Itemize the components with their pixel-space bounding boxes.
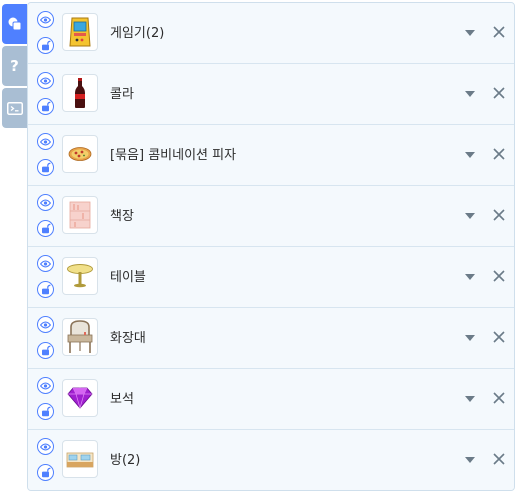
- visibility-toggle[interactable]: [37, 194, 54, 211]
- objects-icon: [8, 17, 21, 31]
- bookshelf-icon: [69, 201, 91, 229]
- lock-toggle[interactable]: [37, 342, 54, 359]
- close-icon[interactable]: [492, 452, 506, 466]
- object-thumbnail: [62, 13, 98, 51]
- chevron-down-icon[interactable]: [464, 150, 476, 160]
- chevron-down-icon[interactable]: [464, 394, 476, 404]
- unlock-icon: [41, 223, 50, 234]
- room-icon: [66, 452, 94, 468]
- object-name: [묶음] 콤비네이션 피자: [110, 148, 237, 163]
- unlock-icon: [41, 406, 50, 417]
- object-row[interactable]: 보석: [28, 369, 514, 430]
- object-list: 게임기(2) 콜라 [묶음] 콤비네이션 피자 책장 테이블 화장대 보석 방(…: [27, 2, 515, 491]
- visibility-toggle[interactable]: [37, 11, 54, 28]
- tab-console[interactable]: [2, 88, 27, 128]
- object-thumbnail: [62, 440, 98, 478]
- chevron-down-icon[interactable]: [464, 89, 476, 99]
- pizza-icon: [68, 147, 92, 161]
- arcade-machine-icon: [69, 17, 91, 47]
- chevron-down-icon[interactable]: [464, 455, 476, 465]
- visibility-toggle[interactable]: [37, 72, 54, 89]
- object-row[interactable]: 책장: [28, 186, 514, 247]
- lock-toggle[interactable]: [37, 281, 54, 298]
- object-thumbnail: [62, 74, 98, 112]
- object-name: 게임기(2): [110, 26, 165, 41]
- eye-icon: [40, 16, 51, 23]
- lock-toggle[interactable]: [37, 464, 54, 481]
- close-icon[interactable]: [492, 86, 506, 100]
- eye-icon: [40, 382, 51, 389]
- object-name: 테이블: [110, 270, 146, 285]
- console-icon: [6, 101, 23, 115]
- object-name: 보석: [110, 392, 134, 407]
- unlock-icon: [41, 467, 50, 478]
- unlock-icon: [41, 284, 50, 295]
- lock-toggle[interactable]: [37, 37, 54, 54]
- eye-icon: [40, 77, 51, 84]
- lock-toggle[interactable]: [37, 159, 54, 176]
- eye-icon: [40, 260, 51, 267]
- object-row[interactable]: 테이블: [28, 247, 514, 308]
- object-name: 콜라: [110, 87, 134, 102]
- visibility-toggle[interactable]: [37, 133, 54, 150]
- chevron-down-icon[interactable]: [464, 28, 476, 38]
- visibility-toggle[interactable]: [37, 255, 54, 272]
- object-thumbnail: [62, 318, 98, 356]
- object-row[interactable]: [묶음] 콤비네이션 피자: [28, 125, 514, 186]
- tab-objects[interactable]: [2, 4, 27, 44]
- chevron-down-icon[interactable]: [464, 211, 476, 221]
- chevron-down-icon[interactable]: [464, 272, 476, 282]
- object-name: 방(2): [110, 453, 141, 468]
- visibility-toggle[interactable]: [37, 377, 54, 394]
- close-icon[interactable]: [492, 147, 506, 161]
- close-icon[interactable]: [492, 208, 506, 222]
- eye-icon: [40, 321, 51, 328]
- object-thumbnail: [62, 257, 98, 295]
- object-name: 화장대: [110, 331, 146, 346]
- object-thumbnail: [62, 196, 98, 234]
- eye-icon: [40, 138, 51, 145]
- eye-icon: [40, 199, 51, 206]
- dresser-icon: [67, 320, 93, 353]
- close-icon[interactable]: [492, 391, 506, 405]
- object-row[interactable]: 게임기(2): [28, 3, 514, 64]
- object-row[interactable]: 화장대: [28, 308, 514, 369]
- unlock-icon: [41, 345, 50, 356]
- visibility-toggle[interactable]: [37, 438, 54, 455]
- gem-icon: [67, 387, 93, 409]
- close-icon[interactable]: [492, 25, 506, 39]
- cola-bottle-icon: [75, 78, 85, 108]
- unlock-icon: [41, 40, 50, 51]
- visibility-toggle[interactable]: [37, 316, 54, 333]
- help-icon: ?: [10, 57, 19, 75]
- object-name: 책장: [110, 209, 134, 224]
- chevron-down-icon[interactable]: [464, 333, 476, 343]
- eye-icon: [40, 443, 51, 450]
- unlock-icon: [41, 162, 50, 173]
- lock-toggle[interactable]: [37, 403, 54, 420]
- round-table-icon: [67, 264, 93, 288]
- object-thumbnail: [62, 379, 98, 417]
- tab-help[interactable]: ?: [2, 46, 27, 86]
- object-thumbnail: [62, 135, 98, 173]
- object-row[interactable]: 콜라: [28, 64, 514, 125]
- object-row[interactable]: 방(2): [28, 430, 514, 490]
- close-icon[interactable]: [492, 269, 506, 283]
- close-icon[interactable]: [492, 330, 506, 344]
- unlock-icon: [41, 101, 50, 112]
- lock-toggle[interactable]: [37, 220, 54, 237]
- lock-toggle[interactable]: [37, 98, 54, 115]
- object-list-window: ? 게임기(2) 콜라 [묶음] 콤비네이션 피자 책장 테이블 화장대 보석 …: [0, 0, 519, 493]
